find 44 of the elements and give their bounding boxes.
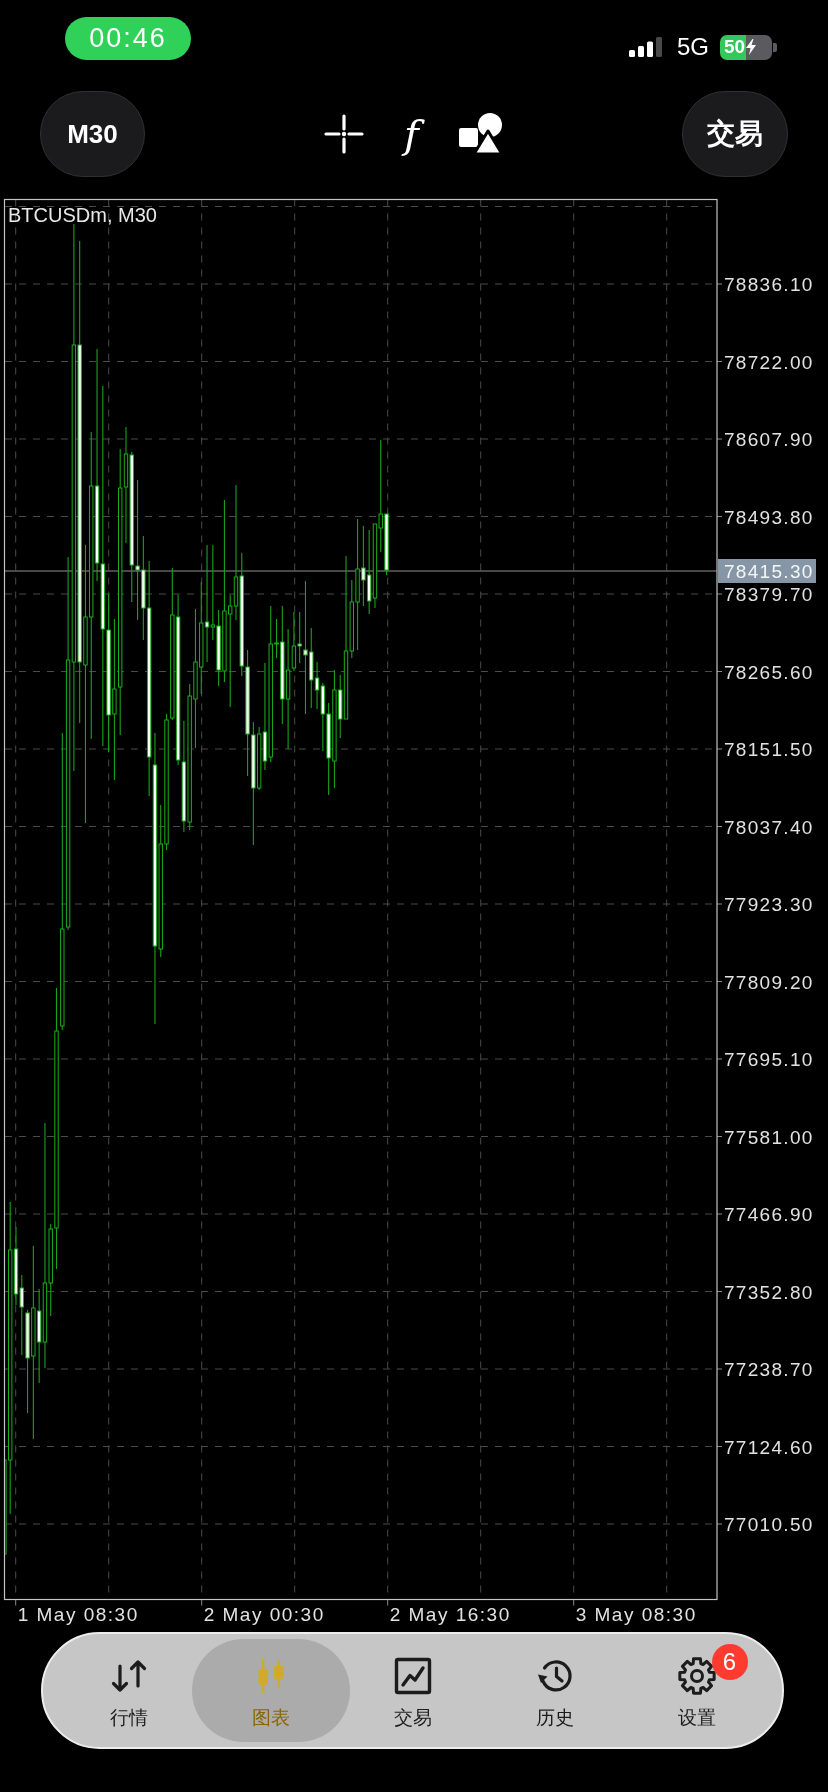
- history-tab[interactable]: 历史: [494, 1639, 615, 1742]
- price-axis-label: 77466.90: [724, 1204, 814, 1225]
- notification-badge: 6: [711, 1644, 748, 1680]
- network-type: 5G: [677, 34, 709, 60]
- price-axis-label: 78722.00: [724, 351, 814, 373]
- price-axis-label: 77238.70: [724, 1359, 814, 1380]
- current-price-tag: 78415.30: [718, 559, 816, 583]
- shapes-button[interactable]: [458, 113, 503, 155]
- trade-tab[interactable]: 交易: [352, 1639, 473, 1742]
- trade-button[interactable]: 交易: [682, 91, 788, 177]
- price-axis-label: 77923.30: [724, 894, 814, 915]
- price-axis-label: 78379.70: [724, 584, 814, 605]
- up-down-arrows-icon: [109, 1657, 148, 1695]
- clock-arrow-icon: [535, 1657, 574, 1695]
- price-axis-label: 78607.90: [724, 429, 814, 450]
- charging-bolt-icon: [746, 39, 757, 55]
- price-axis-label: 77581.00: [724, 1126, 814, 1148]
- timeframe-button[interactable]: M30: [40, 91, 145, 177]
- time-axis-label: 2 May 16:30: [389, 1604, 511, 1625]
- status-time: 00:46: [65, 17, 191, 60]
- price-axis-label: 77124.60: [724, 1436, 814, 1458]
- time-axis-label: 2 May 00:30: [203, 1604, 325, 1625]
- settings-tab[interactable]: 设置 6: [636, 1639, 757, 1742]
- shapes-icon: [458, 113, 503, 155]
- time-axis-label: 3 May 08:30: [575, 1604, 697, 1625]
- function-button[interactable]: f: [394, 108, 429, 160]
- crosshair-button[interactable]: [324, 114, 365, 154]
- crosshair-icon: [324, 114, 365, 154]
- chart-symbol-label: BTCUSDm, M30: [8, 204, 157, 226]
- price-axis-label: 77352.80: [724, 1281, 814, 1303]
- settings-icon: [677, 1657, 716, 1695]
- price-axis-label: 78836.10: [724, 274, 814, 295]
- price-axis-label: 77695.10: [724, 1049, 814, 1070]
- time-axis-label: 1 May 08:30: [17, 1604, 139, 1625]
- price-axis-label: 78151.50: [724, 739, 814, 760]
- quotes-tab[interactable]: 行情: [68, 1639, 189, 1742]
- price-axis-label: 77809.20: [724, 971, 814, 993]
- price-axis-label: 77010.50: [724, 1514, 814, 1535]
- signal-icon: [629, 37, 662, 57]
- price-axis-label: 78037.40: [724, 816, 814, 838]
- price-axis-label: 78265.60: [724, 661, 814, 683]
- price-axis-label: 78493.80: [724, 506, 814, 528]
- line-chart-icon: [393, 1657, 432, 1695]
- battery-percent: 50: [724, 37, 746, 57]
